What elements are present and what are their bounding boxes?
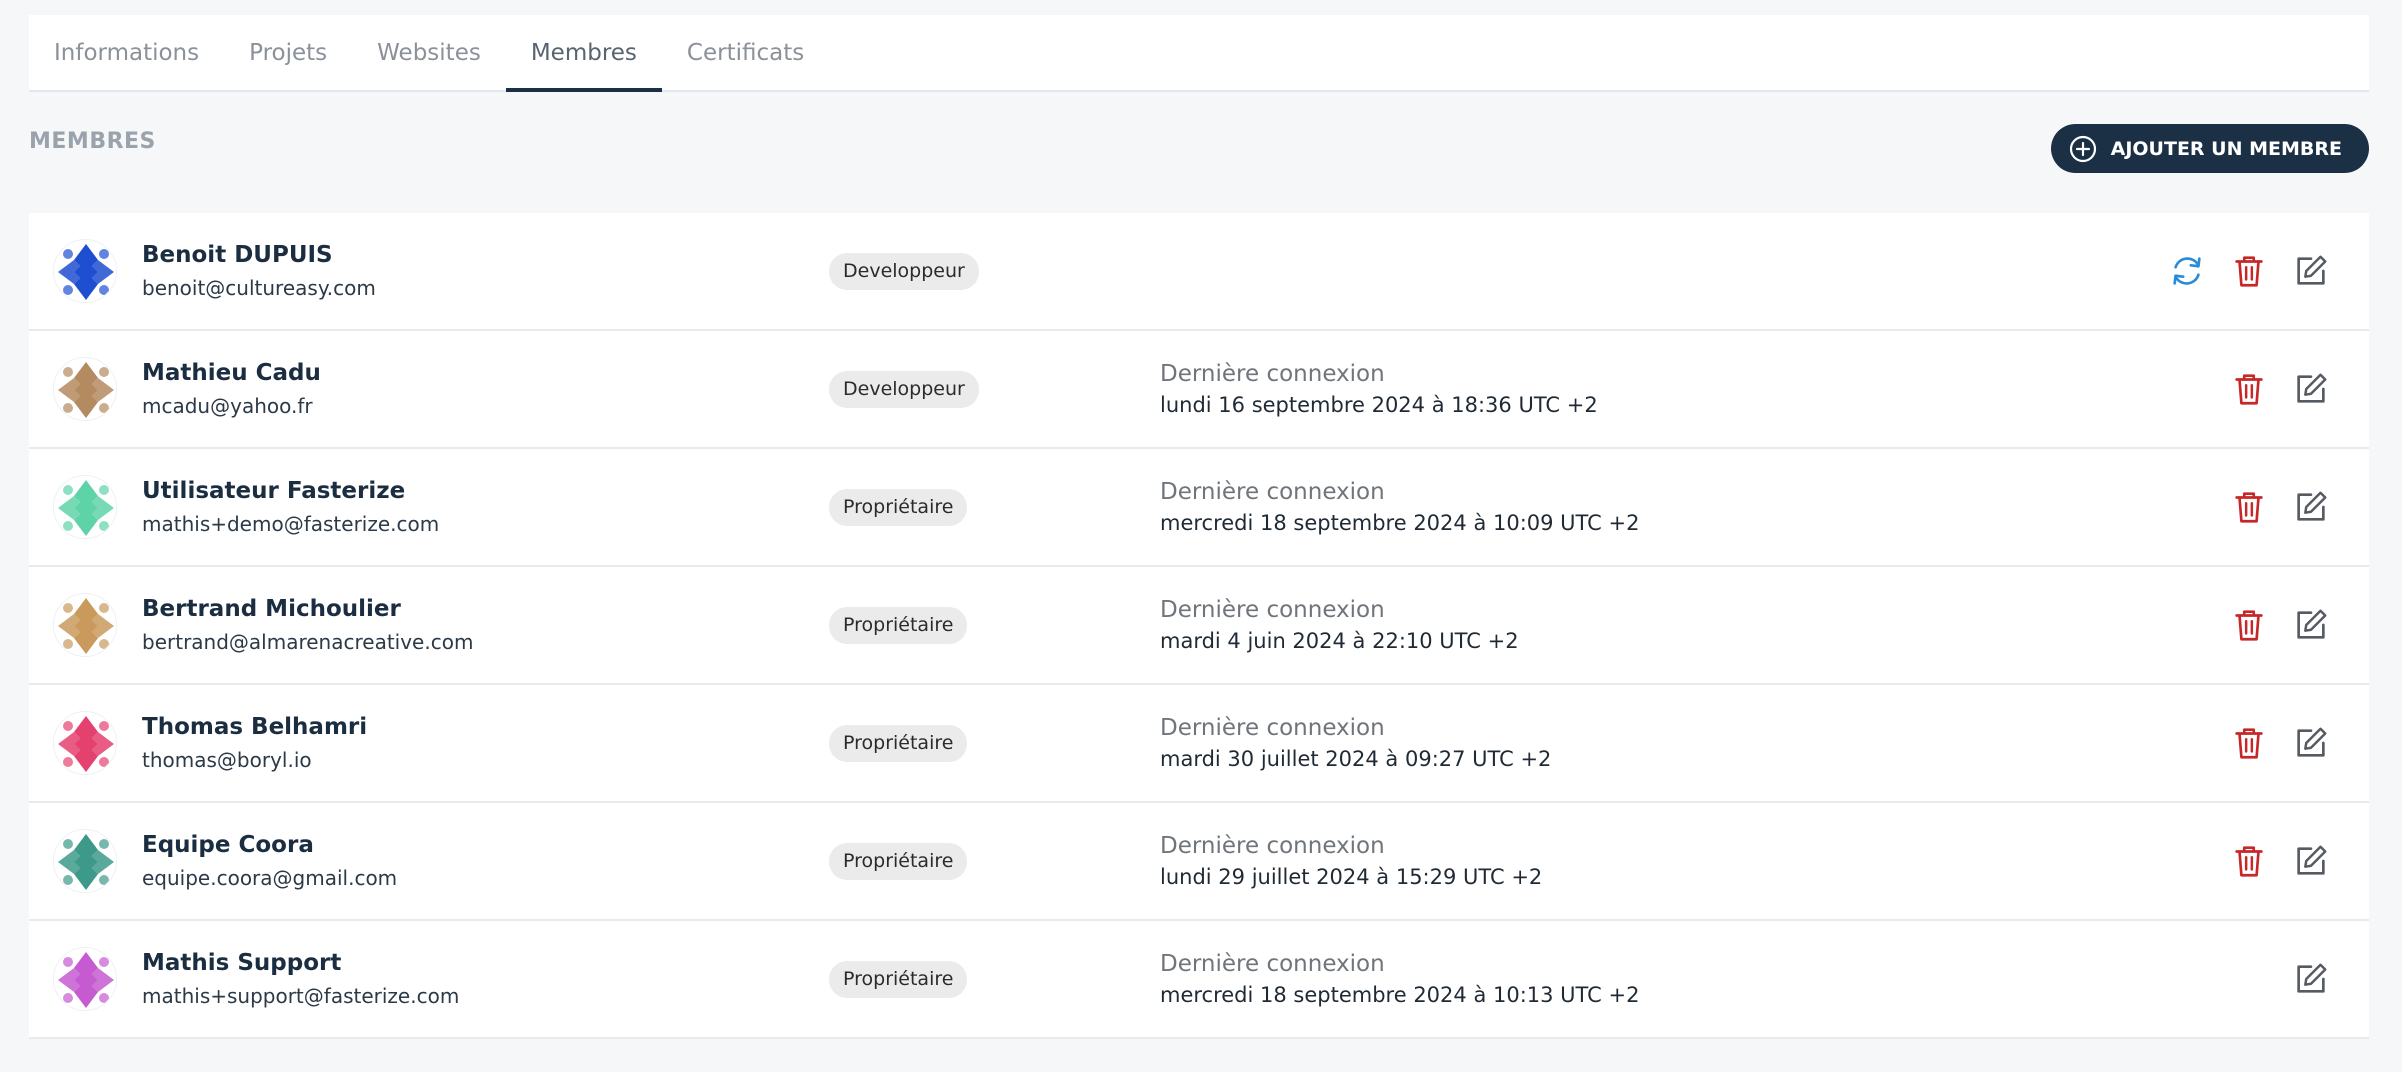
edit-icon[interactable] xyxy=(2291,487,2331,527)
row-actions xyxy=(2229,723,2331,763)
last-connection-date: mardi 30 juillet 2024 à 09:27 UTC +2 xyxy=(1160,747,1552,771)
last-connection-label: Dernière connexion xyxy=(1160,597,1385,623)
trash-icon[interactable] xyxy=(2229,369,2269,409)
member-email: mathis+support@fasterize.com xyxy=(142,984,460,1008)
edit-icon[interactable] xyxy=(2291,841,2331,881)
tab-informations[interactable]: Informations xyxy=(29,15,224,90)
member-identity: Mathis Support mathis+support@fasterize.… xyxy=(142,950,459,1008)
member-row: Equipe Coora equipe.coora@gmail.com Prop… xyxy=(29,803,2369,921)
row-actions xyxy=(2229,605,2331,645)
plus-circle-icon xyxy=(2069,135,2097,163)
member-name: Equipe Coora xyxy=(142,832,314,858)
last-connection-label: Dernière connexion xyxy=(1160,479,1385,505)
row-actions xyxy=(2229,487,2331,527)
trash-icon[interactable] xyxy=(2229,723,2269,763)
last-connection-label: Dernière connexion xyxy=(1160,361,1385,387)
role-badge: Propriétaire xyxy=(829,606,968,644)
members-list: Benoit DUPUIS benoit@cultureasy.com Deve… xyxy=(29,213,2369,1039)
last-connection-date: mardi 4 juin 2024 à 22:10 UTC +2 xyxy=(1160,629,1519,653)
member-email: benoit@cultureasy.com xyxy=(142,276,376,300)
trash-icon[interactable] xyxy=(2229,841,2269,881)
member-email: equipe.coora@gmail.com xyxy=(142,866,398,890)
avatar xyxy=(53,357,117,421)
member-name: Mathis Support xyxy=(142,950,342,976)
role-badge: Developpeur xyxy=(829,252,979,290)
trash-icon[interactable] xyxy=(2229,605,2269,645)
trash-icon[interactable] xyxy=(2229,487,2269,527)
role-badge: Developpeur xyxy=(829,370,979,408)
last-connection: Dernière connexion lundi 29 juillet 2024… xyxy=(1160,833,1542,889)
last-connection-label: Dernière connexion xyxy=(1160,715,1385,741)
avatar xyxy=(53,593,117,657)
edit-icon[interactable] xyxy=(2291,369,2331,409)
tab-bar: Informations Projets Websites Membres Ce… xyxy=(29,15,2369,92)
section-title: MEMBRES xyxy=(29,129,156,154)
member-email: mcadu@yahoo.fr xyxy=(142,394,313,418)
member-name: Benoit DUPUIS xyxy=(142,242,333,268)
last-connection-label: Dernière connexion xyxy=(1160,833,1385,859)
member-row: Bertrand Michoulier bertrand@almarenacre… xyxy=(29,567,2369,685)
last-connection-date: mercredi 18 septembre 2024 à 10:09 UTC +… xyxy=(1160,511,1640,535)
row-actions xyxy=(2167,251,2331,291)
last-connection: Dernière connexion lundi 16 septembre 20… xyxy=(1160,361,1598,417)
member-name: Mathieu Cadu xyxy=(142,360,321,386)
section-header: MEMBRES AJOUTER UN MEMBRE xyxy=(29,92,2369,213)
last-connection-date: lundi 16 septembre 2024 à 18:36 UTC +2 xyxy=(1160,393,1598,417)
edit-icon[interactable] xyxy=(2291,959,2331,999)
member-email: mathis+demo@fasterize.com xyxy=(142,512,440,536)
add-member-label: AJOUTER UN MEMBRE xyxy=(2110,137,2342,160)
role-badge: Propriétaire xyxy=(829,488,968,526)
member-identity: Bertrand Michoulier bertrand@almarenacre… xyxy=(142,596,473,654)
role-badge: Propriétaire xyxy=(829,960,968,998)
avatar xyxy=(53,947,117,1011)
last-connection: Dernière connexion mercredi 18 septembre… xyxy=(1160,951,1639,1007)
last-connection-label: Dernière connexion xyxy=(1160,951,1385,977)
role-badge: Propriétaire xyxy=(829,842,968,880)
member-identity: Thomas Belhamri thomas@boryl.io xyxy=(142,714,367,772)
row-actions xyxy=(2229,369,2331,409)
add-member-button[interactable]: AJOUTER UN MEMBRE xyxy=(2050,124,2369,173)
member-name: Thomas Belhamri xyxy=(142,714,368,740)
edit-icon[interactable] xyxy=(2291,605,2331,645)
tab-websites[interactable]: Websites xyxy=(352,15,506,90)
last-connection-date: mercredi 18 septembre 2024 à 10:13 UTC +… xyxy=(1160,983,1640,1007)
tab-projets[interactable]: Projets xyxy=(224,15,352,90)
edit-icon[interactable] xyxy=(2291,723,2331,763)
last-connection: Dernière connexion mardi 4 juin 2024 à 2… xyxy=(1160,597,1519,653)
avatar xyxy=(53,475,117,539)
member-row: Utilisateur Fasterize mathis+demo@faster… xyxy=(29,449,2369,567)
last-connection: Dernière connexion mercredi 18 septembre… xyxy=(1160,479,1639,535)
member-name: Utilisateur Fasterize xyxy=(142,478,406,504)
tab-membres[interactable]: Membres xyxy=(505,15,663,92)
member-row: Mathis Support mathis+support@fasterize.… xyxy=(29,921,2369,1039)
members-page: Informations Projets Websites Membres Ce… xyxy=(29,15,2369,1039)
avatar xyxy=(53,711,117,775)
member-email: thomas@boryl.io xyxy=(142,748,312,772)
tab-certificats[interactable]: Certificats xyxy=(662,15,829,90)
member-identity: Equipe Coora equipe.coora@gmail.com xyxy=(142,832,397,890)
role-badge: Propriétaire xyxy=(829,724,968,762)
row-actions xyxy=(2291,959,2331,999)
member-row: Benoit DUPUIS benoit@cultureasy.com Deve… xyxy=(29,213,2369,331)
member-identity: Mathieu Cadu mcadu@yahoo.fr xyxy=(142,360,321,418)
row-actions xyxy=(2229,841,2331,881)
edit-icon[interactable] xyxy=(2291,251,2331,291)
avatar xyxy=(53,239,117,303)
last-connection: Dernière connexion mardi 30 juillet 2024… xyxy=(1160,715,1551,771)
trash-icon[interactable] xyxy=(2229,251,2269,291)
member-email: bertrand@almarenacreative.com xyxy=(142,630,474,654)
member-row: Mathieu Cadu mcadu@yahoo.fr Developpeur … xyxy=(29,331,2369,449)
member-name: Bertrand Michoulier xyxy=(142,596,401,622)
avatar xyxy=(53,829,117,893)
refresh-icon[interactable] xyxy=(2167,251,2207,291)
member-row: Thomas Belhamri thomas@boryl.io Propriét… xyxy=(29,685,2369,803)
member-identity: Benoit DUPUIS benoit@cultureasy.com xyxy=(142,242,376,300)
member-identity: Utilisateur Fasterize mathis+demo@faster… xyxy=(142,478,439,536)
last-connection-date: lundi 29 juillet 2024 à 15:29 UTC +2 xyxy=(1160,865,1543,889)
